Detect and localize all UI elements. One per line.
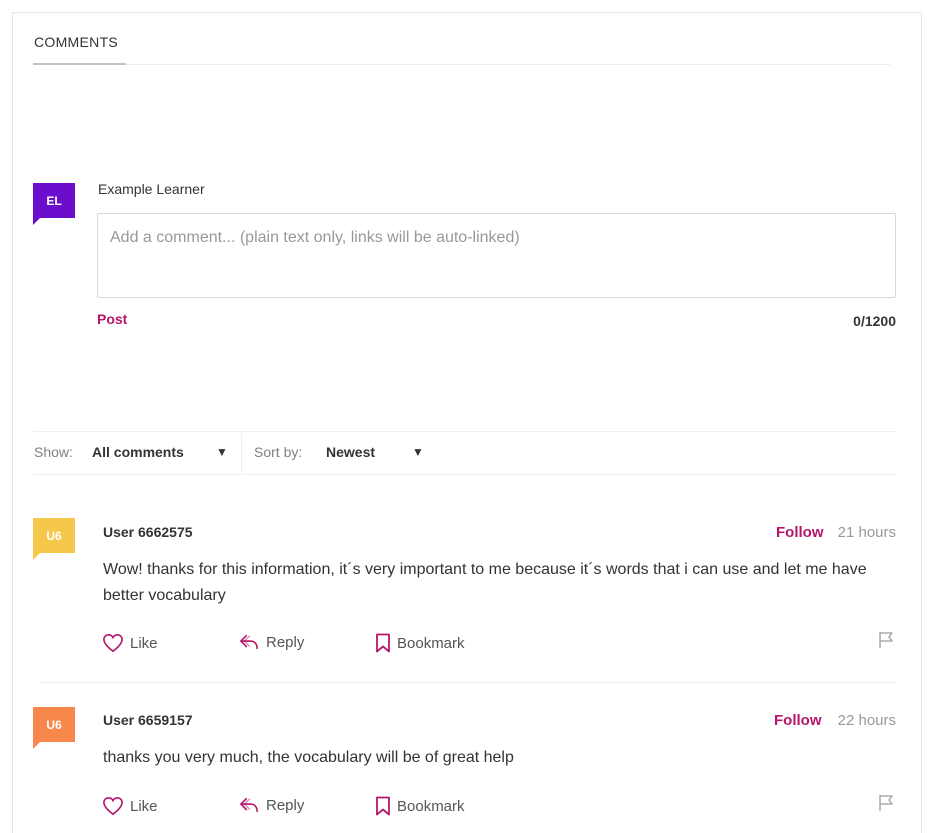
filter-separator xyxy=(241,433,242,473)
bookmark-button[interactable]: Bookmark xyxy=(375,796,465,816)
post-button[interactable]: Post xyxy=(97,311,127,327)
follow-button[interactable]: Follow xyxy=(774,712,822,729)
follow-button[interactable]: Follow xyxy=(776,524,824,541)
report-button[interactable] xyxy=(878,631,896,654)
comment-divider xyxy=(40,682,896,683)
bookmark-button[interactable]: Bookmark xyxy=(375,633,465,653)
composer-avatar: EL xyxy=(33,183,75,225)
reply-icon xyxy=(240,634,258,650)
comment-avatar[interactable]: U6 xyxy=(33,518,75,560)
show-select[interactable]: All comments xyxy=(92,444,184,460)
show-label: Show: xyxy=(34,444,73,460)
reply-button[interactable]: Reply xyxy=(238,796,304,814)
caret-down-icon[interactable]: ▼ xyxy=(412,445,424,459)
comment-user-name[interactable]: User 6659157 xyxy=(103,712,193,728)
like-label: Like xyxy=(130,634,158,652)
filter-top-divider xyxy=(33,431,896,432)
comment-body: thanks you very much, the vocabulary wil… xyxy=(103,749,514,766)
like-label: Like xyxy=(130,797,158,815)
composer-user-name: Example Learner xyxy=(98,181,205,197)
comments-panel xyxy=(12,12,922,833)
sort-label: Sort by: xyxy=(254,444,303,460)
heart-icon xyxy=(103,633,123,653)
comment-user-name[interactable]: User 6662575 xyxy=(103,524,193,540)
comment-body: Wow! thanks for this information, it´s v… xyxy=(103,561,867,604)
reply-icon xyxy=(240,797,258,813)
like-button[interactable]: Like xyxy=(102,633,158,653)
tab-active-indicator xyxy=(33,63,126,65)
bookmark-icon xyxy=(376,796,390,816)
reply-button[interactable]: Reply xyxy=(238,633,304,651)
caret-down-icon[interactable]: ▼ xyxy=(216,445,228,459)
char-counter: 0/1200 xyxy=(853,313,896,329)
header-divider xyxy=(126,64,890,65)
like-button[interactable]: Like xyxy=(102,796,158,816)
bookmark-label: Bookmark xyxy=(397,797,465,815)
comment-timestamp: 22 hours xyxy=(837,712,896,729)
comment-input[interactable] xyxy=(97,213,896,298)
filter-bottom-divider xyxy=(33,474,896,475)
tab-comments[interactable]: COMMENTS xyxy=(34,34,118,50)
report-button[interactable] xyxy=(878,794,896,817)
comment-avatar[interactable]: U6 xyxy=(33,707,75,749)
bookmark-icon xyxy=(376,633,390,653)
sort-select[interactable]: Newest xyxy=(326,444,375,460)
flag-icon xyxy=(879,795,893,811)
flag-icon xyxy=(879,632,893,648)
heart-icon xyxy=(103,796,123,816)
reply-label: Reply xyxy=(266,633,305,651)
comment-timestamp: 21 hours xyxy=(837,524,896,541)
bookmark-label: Bookmark xyxy=(397,634,465,652)
reply-label: Reply xyxy=(266,796,305,814)
